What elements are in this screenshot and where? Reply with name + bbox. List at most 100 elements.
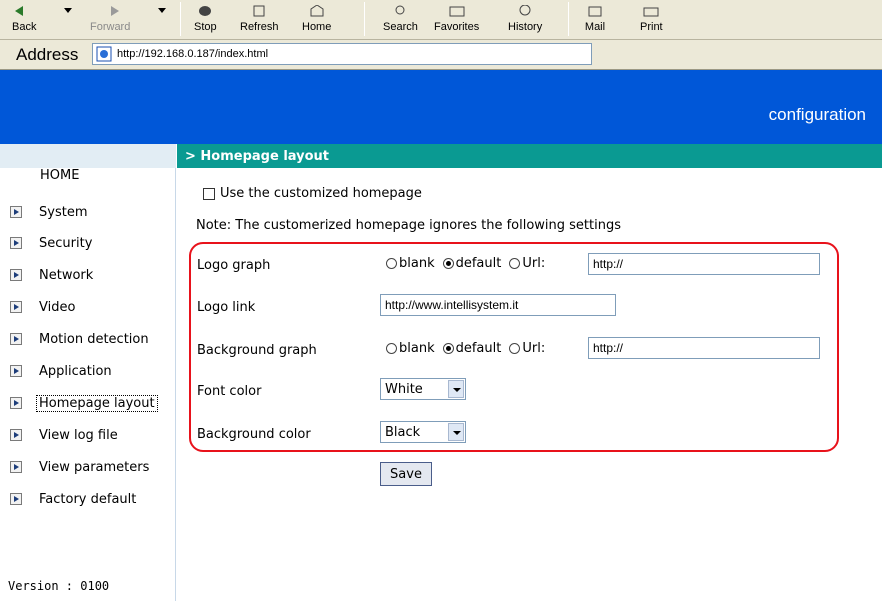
sidebar-item-home[interactable]: HOME bbox=[40, 168, 79, 183]
forward-button-label: Forward bbox=[90, 21, 131, 33]
arrow-right-icon bbox=[10, 206, 22, 218]
back-dropdown-icon[interactable] bbox=[64, 8, 72, 13]
background-graph-url-input[interactable]: http:// bbox=[588, 337, 820, 359]
save-button-label: Save bbox=[390, 466, 422, 482]
arrow-right-icon bbox=[10, 461, 22, 473]
sidebar-item-security[interactable]: Security bbox=[10, 232, 92, 254]
favorites-button-label: Favorites bbox=[434, 21, 480, 33]
sidebar-item-system[interactable]: System bbox=[10, 201, 87, 223]
logo-graph-default-radio[interactable] bbox=[442, 258, 454, 269]
forward-dropdown-icon[interactable] bbox=[158, 8, 166, 13]
favorites-icon bbox=[449, 6, 465, 17]
toolbar-divider bbox=[568, 2, 569, 36]
sidebar-top-band bbox=[0, 144, 176, 168]
home-button[interactable]: Home bbox=[302, 0, 331, 38]
arrow-right-icon bbox=[10, 429, 22, 441]
address-url: http://192.168.0.187/index.html bbox=[117, 48, 269, 60]
background-color-label: Background color bbox=[197, 427, 311, 442]
mail-button-label: Mail bbox=[584, 21, 606, 33]
back-arrow-icon bbox=[15, 6, 24, 16]
arrow-right-icon bbox=[10, 333, 22, 345]
logo-graph-blank-radio[interactable] bbox=[386, 258, 397, 269]
custom-homepage-checkbox[interactable] bbox=[203, 187, 215, 200]
radio-label: Url: bbox=[522, 341, 546, 356]
font-color-value: White bbox=[385, 381, 423, 397]
custom-homepage-row: Use the customized homepage bbox=[203, 186, 422, 201]
stop-icon bbox=[199, 6, 212, 16]
logo-graph-url-radio[interactable] bbox=[509, 258, 521, 269]
sidebar-item-view-parameters[interactable]: View parameters bbox=[10, 456, 149, 478]
stop-button[interactable]: Stop bbox=[194, 0, 217, 38]
font-color-select[interactable]: White bbox=[380, 378, 466, 400]
sidebar-item-label: Motion detection bbox=[39, 331, 149, 347]
print-button-label: Print bbox=[640, 21, 663, 33]
background-graph-blank-radio[interactable] bbox=[386, 343, 397, 354]
sidebar-item-application[interactable]: Application bbox=[10, 360, 112, 382]
sidebar: HOME System Security Network Video Motio… bbox=[0, 144, 176, 601]
sidebar-item-homepage-layout[interactable]: Homepage layout bbox=[10, 392, 158, 414]
font-color-label: Font color bbox=[197, 384, 262, 399]
stop-button-label: Stop bbox=[194, 21, 217, 33]
address-bar: Address http://192.168.0.187/index.html bbox=[0, 40, 882, 70]
address-input[interactable]: http://192.168.0.187/index.html bbox=[92, 43, 592, 65]
radio-label: Url: bbox=[522, 256, 546, 271]
sidebar-item-label: Security bbox=[39, 235, 93, 251]
forward-arrow-icon bbox=[111, 6, 120, 16]
sidebar-item-label: System bbox=[39, 204, 88, 220]
logo-graph-radio-group: blank default Url: bbox=[386, 256, 549, 271]
arrow-right-icon bbox=[10, 365, 22, 377]
logo-graph-label: Logo graph bbox=[197, 258, 271, 273]
sidebar-item-network[interactable]: Network bbox=[10, 264, 93, 286]
logo-link-value: http://www.intellisystem.it bbox=[385, 298, 519, 312]
arrow-right-icon bbox=[10, 269, 22, 281]
sidebar-item-video[interactable]: Video bbox=[10, 296, 75, 318]
home-icon bbox=[310, 5, 324, 17]
background-color-select[interactable]: Black bbox=[380, 421, 466, 443]
logo-link-label: Logo link bbox=[197, 300, 256, 315]
mail-icon bbox=[588, 6, 602, 17]
logo-link-input[interactable]: http://www.intellisystem.it bbox=[380, 294, 616, 316]
radio-label: blank bbox=[399, 256, 435, 271]
refresh-button-label: Refresh bbox=[240, 21, 279, 33]
page-icon bbox=[96, 46, 112, 62]
background-graph-default-radio[interactable] bbox=[442, 343, 454, 354]
sidebar-item-factory-default[interactable]: Factory default bbox=[10, 488, 136, 510]
note-text: Note: The customerized homepage ignores … bbox=[196, 218, 621, 233]
chevron-down-icon[interactable] bbox=[448, 423, 464, 441]
search-button[interactable]: Search bbox=[383, 0, 418, 38]
refresh-button[interactable]: Refresh bbox=[240, 0, 279, 38]
chevron-down-icon[interactable] bbox=[448, 380, 464, 398]
arrow-right-icon bbox=[10, 301, 22, 313]
toolbar-divider bbox=[364, 2, 365, 36]
forward-button[interactable]: Forward bbox=[90, 0, 130, 38]
history-icon bbox=[519, 5, 531, 16]
sidebar-item-view-log-file[interactable]: View log file bbox=[10, 424, 118, 446]
sidebar-item-label: Application bbox=[39, 363, 112, 379]
print-button[interactable]: Print bbox=[640, 0, 663, 38]
section-title-bar: > Homepage layout bbox=[177, 144, 882, 168]
background-graph-label: Background graph bbox=[197, 343, 317, 358]
logo-graph-url-value: http:// bbox=[593, 257, 624, 271]
mail-button[interactable]: Mail bbox=[584, 0, 606, 38]
background-graph-url-value: http:// bbox=[593, 341, 624, 355]
sidebar-item-motion-detection[interactable]: Motion detection bbox=[10, 328, 149, 350]
search-icon bbox=[395, 5, 405, 15]
save-button[interactable]: Save bbox=[380, 462, 432, 486]
favorites-button[interactable]: Favorites bbox=[434, 0, 479, 38]
background-graph-url-radio[interactable] bbox=[509, 343, 521, 354]
search-button-label: Search bbox=[383, 21, 418, 33]
sidebar-item-label: Video bbox=[39, 299, 76, 315]
page-header: configuration bbox=[0, 70, 882, 144]
sidebar-item-label: View parameters bbox=[39, 459, 150, 475]
history-button[interactable]: History bbox=[508, 0, 542, 38]
logo-graph-url-input[interactable]: http:// bbox=[588, 253, 820, 275]
sidebar-item-label: Network bbox=[39, 267, 94, 283]
radio-label: default bbox=[455, 256, 502, 271]
sidebar-item-label: View log file bbox=[39, 427, 118, 443]
home-button-label: Home bbox=[302, 21, 332, 33]
custom-homepage-label: Use the customized homepage bbox=[220, 186, 422, 201]
back-button[interactable]: Back bbox=[12, 0, 36, 38]
toolbar-divider bbox=[180, 2, 181, 36]
arrow-right-icon bbox=[10, 493, 22, 505]
arrow-right-icon bbox=[10, 237, 22, 249]
